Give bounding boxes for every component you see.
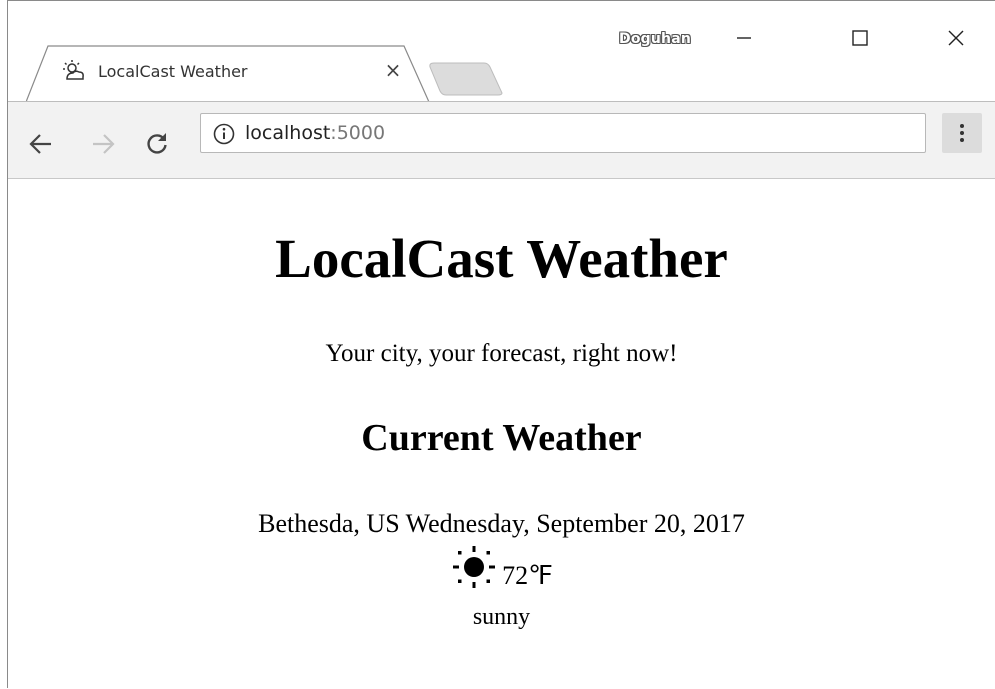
- maximize-icon: [852, 30, 868, 46]
- browser-toolbar: localhost:5000: [8, 102, 995, 179]
- minimize-icon: [737, 37, 751, 39]
- url-port: :5000: [330, 122, 386, 144]
- tab-localcast[interactable]: LocalCast Weather ×: [26, 45, 430, 103]
- sun-icon: [450, 543, 498, 591]
- close-window-button[interactable]: [936, 23, 976, 53]
- reload-button[interactable]: [140, 127, 174, 161]
- back-button[interactable]: [24, 127, 58, 161]
- forward-button[interactable]: [86, 127, 120, 161]
- tab-title: LocalCast Weather: [98, 62, 248, 81]
- url-host: localhost: [245, 122, 331, 144]
- tab-close-button[interactable]: ×: [380, 57, 406, 83]
- page-title: LocalCast Weather: [275, 228, 728, 289]
- temperature-value: 72℉: [502, 561, 553, 590]
- address-bar[interactable]: localhost:5000: [200, 113, 926, 153]
- close-icon: [948, 30, 964, 46]
- browser-menu-button[interactable]: [942, 113, 982, 153]
- title-bar: Doguhan LocalCast Weather ×: [8, 1, 995, 103]
- kebab-menu-icon: [960, 124, 964, 142]
- new-tab-button[interactable]: [428, 61, 508, 101]
- browser-window: Doguhan LocalCast Weather × localhost:50…: [7, 0, 995, 688]
- weather-partly-sunny-icon: [62, 59, 86, 83]
- new-tab-icon: [429, 62, 503, 96]
- section-title: Current Weather: [361, 417, 642, 459]
- reload-icon: [147, 133, 167, 154]
- weather-condition: sunny: [472, 604, 531, 630]
- page-content: LocalCast Weather Your city, your foreca…: [8, 179, 995, 689]
- minimize-button[interactable]: [724, 23, 764, 53]
- location-date: Bethesda, US Wednesday, September 20, 20…: [258, 509, 745, 538]
- info-icon[interactable]: [213, 123, 235, 145]
- page-subtitle: Your city, your forecast, right now!: [325, 340, 678, 367]
- profile-name[interactable]: Doguhan: [619, 31, 691, 47]
- maximize-button[interactable]: [840, 23, 880, 53]
- arrow-right-icon: [93, 134, 115, 154]
- temperature-row: 72℉: [8, 543, 995, 591]
- url-text[interactable]: localhost:5000: [245, 122, 385, 144]
- arrow-left-icon: [29, 134, 51, 154]
